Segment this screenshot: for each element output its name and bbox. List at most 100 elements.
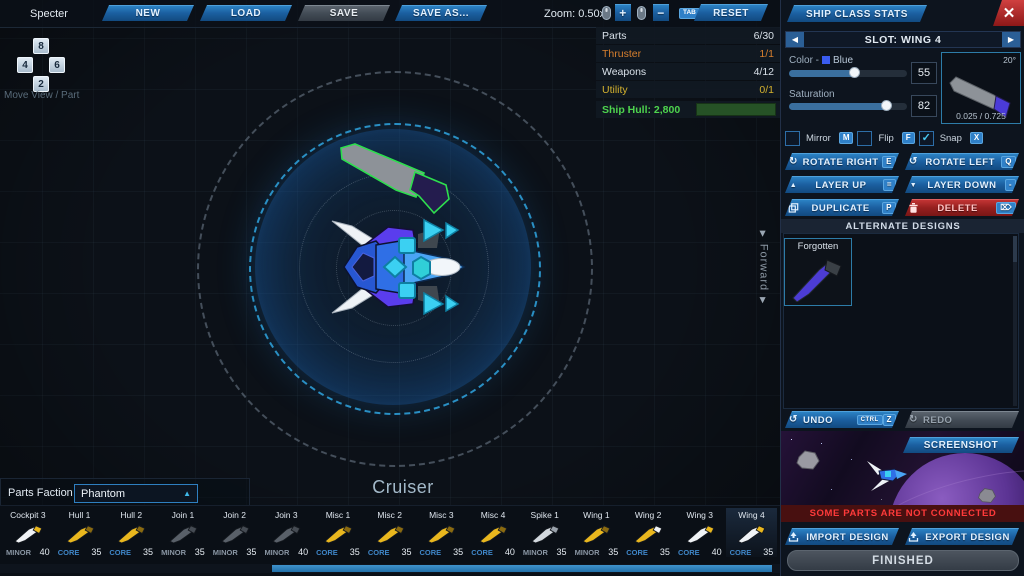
- parts-scrollbar[interactable]: [0, 564, 780, 573]
- saturation-value-field[interactable]: 82: [911, 95, 937, 117]
- part-name: Hull 2: [120, 510, 142, 520]
- part-cost: CORE 35: [54, 547, 106, 557]
- part-tab[interactable]: Join 1 MINOR 35: [157, 508, 209, 557]
- part-name: Misc 4: [481, 510, 506, 520]
- save-button[interactable]: SAVE: [298, 5, 390, 21]
- layer-down-button[interactable]: ▼ LAYER DOWN -: [905, 176, 1019, 193]
- alternate-designs-area: Default Forgotten: [783, 233, 1019, 409]
- z-key-badge: Z: [883, 414, 896, 426]
- part-tab[interactable]: Join 2 MINOR 35: [209, 508, 261, 557]
- zoom-in-button[interactable]: +: [615, 4, 631, 21]
- toggle-checkbox[interactable]: [785, 131, 800, 146]
- part-icon: [685, 524, 715, 543]
- part-tier: MINOR: [264, 548, 289, 557]
- mouse-scroll-up-icon: [602, 6, 611, 20]
- prev-slot-button[interactable]: ◀: [786, 32, 804, 47]
- screenshot-button[interactable]: SCREENSHOT: [903, 437, 1019, 453]
- hull-stat: Ship Hull: 2,800: [596, 99, 780, 118]
- part-cost-value: 35: [350, 547, 360, 557]
- zoom-out-button[interactable]: −: [653, 4, 669, 21]
- saturation-slider[interactable]: [789, 103, 907, 110]
- part-tab[interactable]: Misc 4 CORE 40: [467, 508, 519, 557]
- layer-up-button[interactable]: ▲ LAYER UP =: [785, 176, 899, 193]
- part-cost-value: 35: [453, 547, 463, 557]
- new-button[interactable]: NEW: [102, 5, 194, 21]
- part-tab[interactable]: Spike 1 MINOR 35: [519, 508, 571, 557]
- duplicate-button[interactable]: DUPLICATE P: [785, 199, 899, 216]
- trash-icon: [908, 203, 919, 213]
- part-tab[interactable]: Misc 1 CORE 35: [312, 508, 364, 557]
- toggle-row: Mirror M Flip F ✓ Snap X: [785, 130, 1021, 146]
- part-name: Wing 1: [583, 510, 609, 520]
- part-icon: [323, 524, 353, 543]
- export-design-button[interactable]: EXPORT DESIGN: [905, 528, 1019, 545]
- ship-body[interactable]: [332, 220, 464, 314]
- toggle-key-badge: X: [970, 132, 983, 144]
- parts-faction-label: Parts Faction: [8, 487, 73, 499]
- stat-label: Thruster: [602, 48, 641, 60]
- color-slider-handle[interactable]: [849, 67, 860, 78]
- part-tab[interactable]: Misc 3 CORE 35: [416, 508, 468, 557]
- toggle-label: Snap: [940, 133, 962, 144]
- part-tier: CORE: [109, 548, 131, 557]
- layer-down-icon: ▼: [908, 182, 919, 189]
- asteroid-icon: [977, 487, 997, 504]
- part-icon: [375, 524, 405, 543]
- redo-button[interactable]: ↻ REDO: [905, 411, 1019, 428]
- color-slider[interactable]: [789, 70, 907, 77]
- next-slot-button[interactable]: ▶: [1002, 32, 1020, 47]
- asteroid-icon: [795, 449, 821, 471]
- part-cost-value: 35: [401, 547, 411, 557]
- move-right-key: 6: [49, 57, 65, 73]
- delete-button[interactable]: DELETE ⌦: [905, 199, 1019, 216]
- color-swatch: [822, 56, 830, 64]
- slot-title: SLOT: WING 4: [865, 34, 942, 46]
- ship-class-stats-button[interactable]: SHIP CLASS STATS: [787, 5, 927, 22]
- part-tab[interactable]: Wing 3 CORE 40: [674, 508, 726, 557]
- designs-scrollbar[interactable]: [1013, 236, 1017, 406]
- part-tier: CORE: [420, 548, 442, 557]
- part-tab[interactable]: Join 3 MINOR 40: [260, 508, 312, 557]
- part-tab[interactable]: Hull 2 CORE 35: [105, 508, 157, 557]
- toggle-checkbox[interactable]: ✓: [919, 131, 934, 146]
- part-name: Join 2: [223, 510, 246, 520]
- part-tab[interactable]: Wing 2 CORE 35: [622, 508, 674, 557]
- toggle-checkbox[interactable]: [857, 131, 872, 146]
- design-thumbnail[interactable]: Forgotten: [784, 238, 852, 306]
- toggle-label: Mirror: [806, 133, 831, 144]
- color-label: Color -Blue: [789, 55, 853, 66]
- import-design-button[interactable]: IMPORT DESIGN: [785, 528, 899, 545]
- save-as-button[interactable]: SAVE AS...: [395, 5, 487, 21]
- part-tab[interactable]: Misc 2 CORE 35: [364, 508, 416, 557]
- part-icon: [116, 524, 146, 543]
- close-icon[interactable]: ✕: [993, 0, 1024, 26]
- part-tab[interactable]: Cockpit 3 MINOR 40: [2, 508, 54, 557]
- ctrl-key-badge: CTRL: [857, 415, 883, 425]
- layer-down-key-badge: -: [1005, 179, 1016, 191]
- load-button[interactable]: LOAD: [200, 5, 292, 21]
- undo-button[interactable]: ↺ UNDO CTRL Z: [785, 411, 899, 428]
- part-tier: CORE: [626, 548, 648, 557]
- part-cost: CORE 35: [726, 547, 778, 557]
- part-tab[interactable]: Wing 1 MINOR 35: [571, 508, 623, 557]
- rotate-left-button[interactable]: ↺ ROTATE LEFT Q: [905, 153, 1019, 170]
- part-tab[interactable]: Wing 4 CORE 35: [726, 508, 778, 557]
- layer-up-key-badge: =: [883, 179, 896, 191]
- parts-scrollbar-thumb[interactable]: [272, 565, 772, 572]
- stat-row: Weapons 4/12: [596, 63, 780, 80]
- part-cost: MINOR 35: [571, 547, 623, 557]
- part-tier: MINOR: [523, 548, 548, 557]
- part-icon: [633, 524, 663, 543]
- part-tab[interactable]: Hull 1 CORE 35: [54, 508, 106, 557]
- reset-view-button[interactable]: RESET: [694, 4, 768, 21]
- saturation-slider-handle[interactable]: [881, 100, 892, 111]
- faction-dropdown[interactable]: Phantom ▲: [74, 484, 198, 503]
- rotate-right-button[interactable]: ↻ ROTATE RIGHT E: [785, 153, 899, 170]
- color-value-field[interactable]: 55: [911, 62, 937, 84]
- part-cost-value: 40: [712, 547, 722, 557]
- part-icon: [581, 524, 611, 543]
- ship-screenshot-preview: SCREENSHOT: [781, 431, 1024, 505]
- selected-wing-part[interactable]: [341, 144, 449, 213]
- part-cost: CORE 35: [416, 547, 468, 557]
- finished-button[interactable]: FINISHED: [787, 550, 1019, 571]
